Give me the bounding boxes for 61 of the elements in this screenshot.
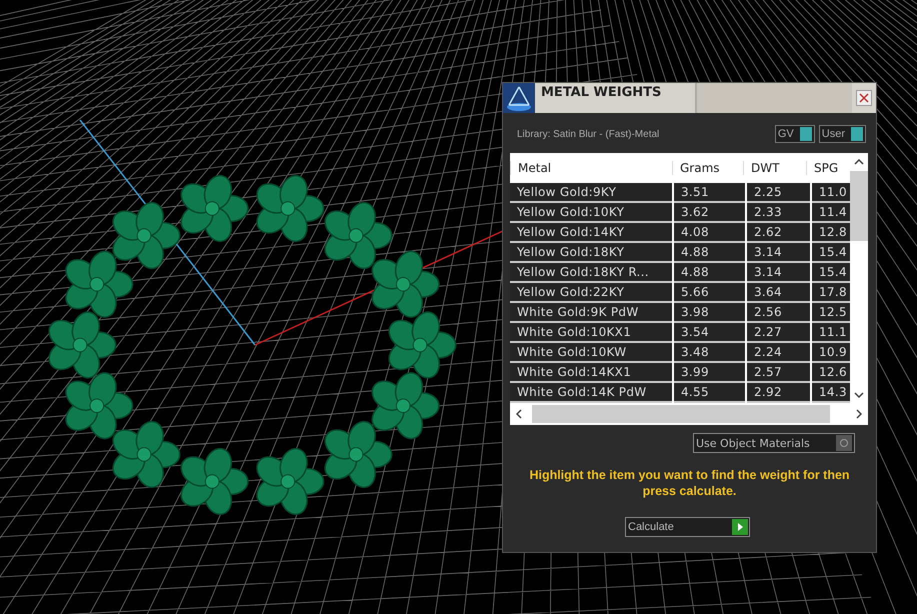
scroll-down-icon[interactable] [854,392,864,398]
table-cell: 17.8 [812,283,850,303]
table-cell: 10.9 [812,343,850,363]
table-cell: 3.14 [747,263,810,283]
toggle-button[interactable]: GV [774,125,815,143]
table-cell: White Gold:10KW [510,343,672,363]
table-cell: Yellow Gold:14KY [510,223,672,243]
column-header[interactable]: Metal [510,161,672,175]
table-cell: 3.62 [674,203,745,223]
table-cell: Yellow Gold:18KY R... [510,263,672,283]
table-cell: 3.48 [674,343,745,363]
table-cell: 14.3 [812,383,850,403]
table-cell: 2.56 [747,303,810,323]
close-button[interactable] [856,90,872,106]
table-cell: 11.1 [812,323,850,343]
library-label: Library: Satin Blur - (Fast)-Metal [517,128,660,140]
table-cell: Yellow Gold:10KY [510,203,672,223]
table-cell: 2.92 [747,383,810,403]
table-cell: 2.33 [747,203,810,223]
table-cell: 15.4 [812,243,850,263]
scroll-left-icon[interactable] [516,409,522,419]
table-cell: 5.66 [674,283,745,303]
table-cell: White Gold:9K PdW [510,303,672,323]
scroll-right-icon[interactable] [856,409,862,419]
instruction-text: Highlight the item you want to find the weight for then press calculate. [529,467,850,499]
table-cell: 12.6 [812,363,850,383]
table-cell: 4.88 [674,243,745,263]
scale-icon [503,83,535,113]
table-cell: 4.55 [674,383,745,403]
table-cell: 2.57 [747,363,810,383]
table-cell: 2.27 [747,323,810,343]
table-cell: 3.99 [674,363,745,383]
table-cell: White Gold:14KX1 [510,363,672,383]
table-cell: Yellow Gold:22KY [510,283,672,303]
table-cell: 4.08 [674,223,745,243]
toggle-button[interactable]: User [818,125,866,143]
table-cell: Yellow Gold:18KY [510,243,672,263]
table-cell: White Gold:10KX1 [510,323,672,343]
table-cell: 3.98 [674,303,745,323]
table-cell: 2.24 [747,343,810,363]
table-cell: 12.8 [812,223,850,243]
table-cell: White Gold:14K PdW [510,383,672,403]
play-icon [732,519,748,535]
calculate-button[interactable]: Calculate [625,517,750,537]
table-cell: 3.54 [674,323,745,343]
table-cell: 3.51 [674,183,745,203]
table-cell: 12.5 [812,303,850,323]
table-cell: 2.62 [747,223,810,243]
close-icon [859,93,869,103]
table-cell: Yellow Gold:9KY [510,183,672,203]
table-cell: 11.0 [812,183,850,203]
table-cell: 11.4 [812,203,850,223]
table-cell: 3.64 [747,283,810,303]
scroll-up-icon[interactable] [854,159,864,165]
table-cell: 15.4 [812,263,850,283]
column-header[interactable]: DWT [743,161,806,175]
table-cell: 4.88 [674,263,745,283]
table-cell: 2.25 [747,183,810,203]
column-header[interactable]: Grams [672,161,743,175]
use-object-materials-toggle[interactable]: Use Object Materials [693,433,855,453]
table-cell: 3.14 [747,243,810,263]
